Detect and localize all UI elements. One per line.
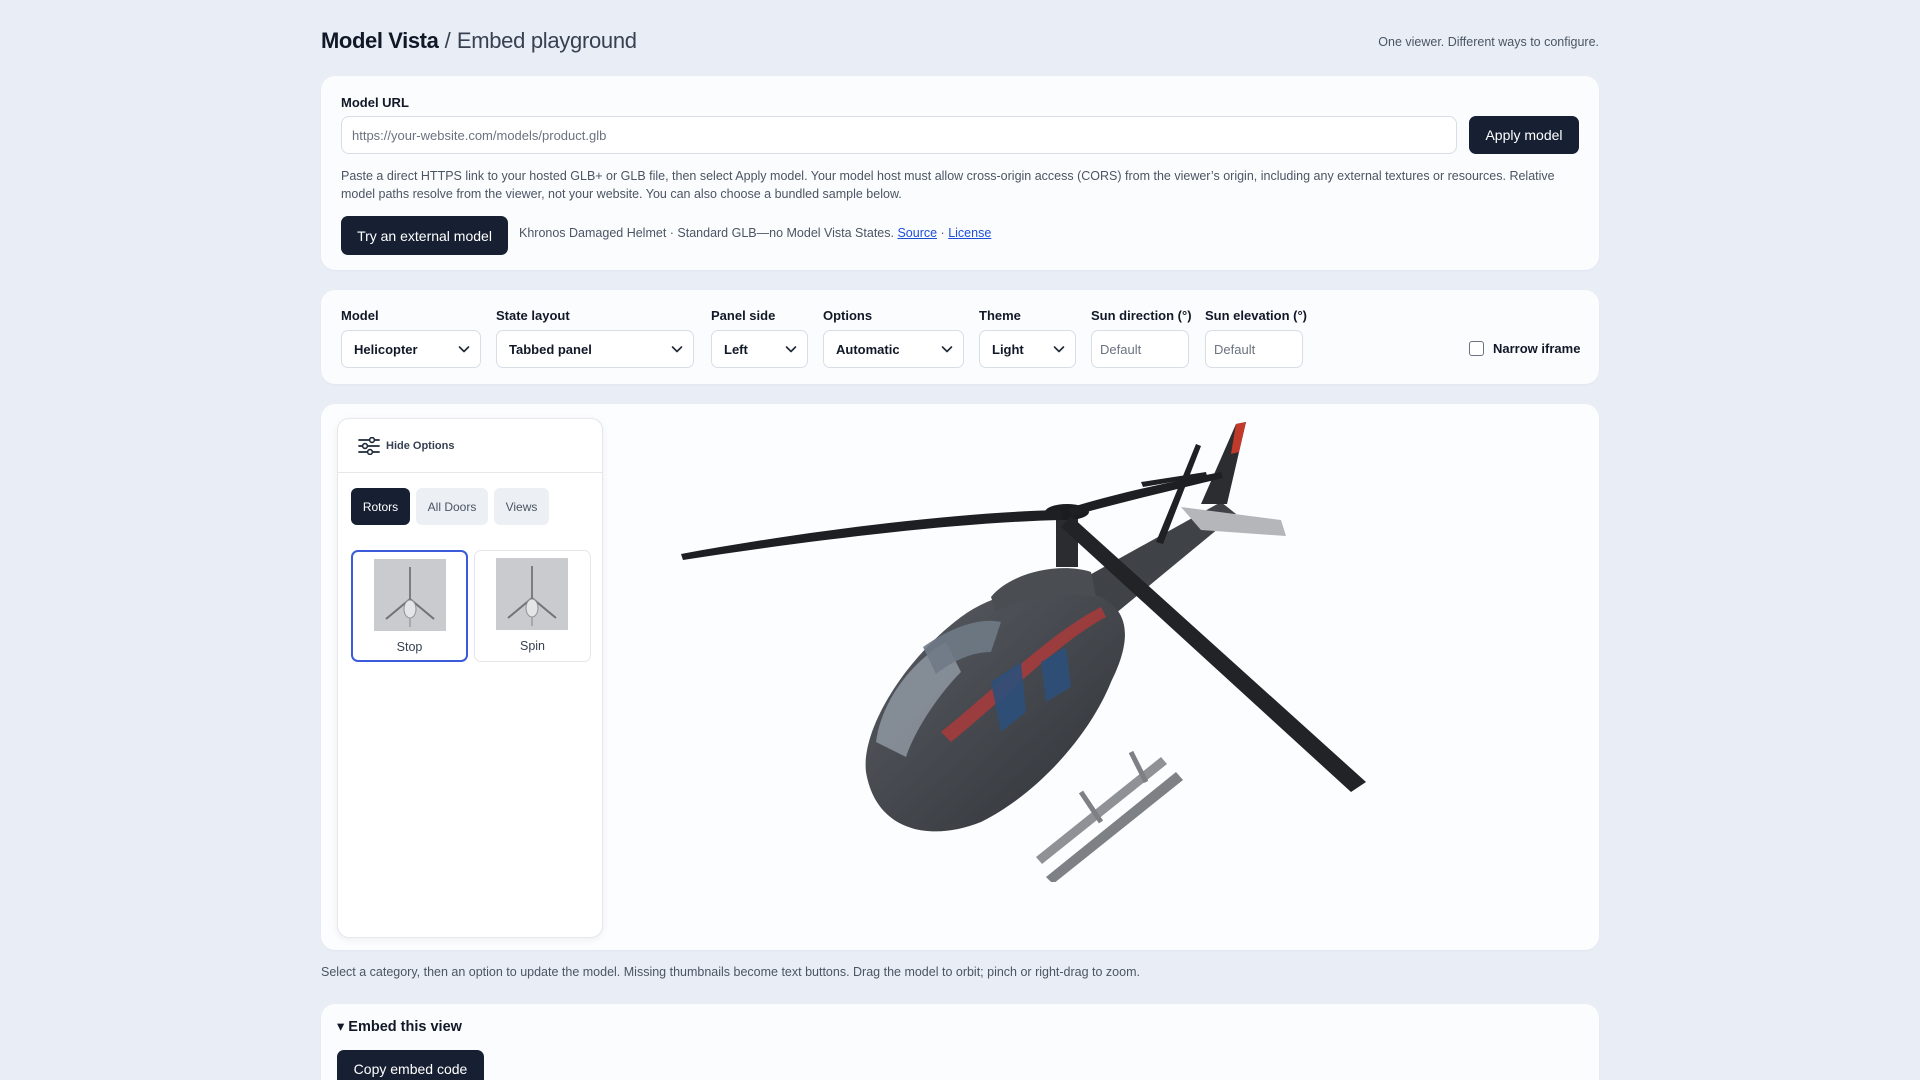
state-layout-label: State layout [496,308,570,323]
theme-select[interactable]: Light [979,330,1076,368]
link-separator: · [940,226,945,240]
chevron-down-icon [941,346,953,353]
title-separator: / [444,28,451,53]
theme-value: Light [992,341,1024,357]
options-select[interactable]: Automatic [823,330,964,368]
theme-label: Theme [979,308,1021,323]
tagline: One viewer. Different ways to configure. [1378,35,1599,49]
options-panel-header: Hide Options [338,419,602,473]
brand-name: Model Vista [321,28,439,53]
model-select-value: Helicopter [354,341,418,357]
license-link[interactable]: License [948,226,991,240]
state-layout-value: Tabbed panel [509,341,592,357]
state-option-spin[interactable]: Spin [474,550,591,662]
model-select-label: Model [341,308,379,323]
embed-card: ▾ Embed this view Copy embed code [321,1004,1599,1080]
tab-views[interactable]: Views [494,488,549,525]
model-url-help-text: Paste a direct HTTPS link to your hosted… [341,169,1555,201]
model-url-label: Model URL [341,95,409,110]
panel-side-select[interactable]: Left [711,330,808,368]
tab-all-doors[interactable]: All Doors [416,488,488,525]
stop-thumbnail [374,559,446,631]
spin-label: Spin [519,639,546,653]
options-panel: Hide Options Rotors All Doors Views Stop… [337,418,603,938]
model-url-input[interactable] [341,116,1457,154]
try-external-model-button[interactable]: Try an external model [341,216,508,255]
sun-direction-label: Sun direction (°) [1091,308,1192,323]
apply-model-button[interactable]: Apply model [1469,116,1579,154]
hide-options-label: Hide Options [386,440,455,452]
page-title: Model Vista / Embed playground [321,26,637,56]
helicopter-model[interactable] [661,412,1561,882]
sun-elevation-input[interactable]: Default [1205,330,1303,368]
chevron-down-icon [671,346,683,353]
model-url-card: Model URL Apply model Paste a direct HTT… [321,76,1599,270]
state-category-tabs: Rotors All Doors Views [351,488,549,525]
page-header: Model Vista / Embed playground One viewe… [321,26,1599,62]
chevron-down-icon [785,346,797,353]
chevron-down-icon [458,346,470,353]
state-option-stop[interactable]: Stop [351,550,468,662]
embed-section-toggle[interactable]: ▾ Embed this view [337,1019,462,1035]
sun-direction-input[interactable]: Default [1091,330,1189,368]
spin-thumbnail [496,558,568,630]
state-options: Stop Spin [351,550,591,662]
sun-elevation-placeholder: Default [1214,341,1256,357]
external-model-note: Khronos Damaged Helmet · Standard GLB—no… [519,226,991,240]
configuration-card: Model Helicopter State layout Tabbed pan… [321,290,1599,384]
model-select[interactable]: Helicopter [341,330,481,368]
panel-side-label: Panel side [711,308,776,323]
viewer-caption: Select a category, then an option to upd… [321,965,1140,979]
sun-elevation-label: Sun elevation (°) [1205,308,1307,323]
options-label: Options [823,308,873,323]
options-value: Automatic [836,341,900,357]
panel-side-value: Left [724,341,748,357]
copy-embed-code-button[interactable]: Copy embed code [337,1050,484,1080]
sun-direction-placeholder: Default [1100,341,1142,357]
state-layout-select[interactable]: Tabbed panel [496,330,694,368]
model-viewer[interactable]: Hide Options Rotors All Doors Views Stop… [321,404,1599,950]
tab-rotors[interactable]: Rotors [351,488,410,525]
narrow-iframe-checkbox[interactable] [1469,341,1484,356]
external-model-description: Khronos Damaged Helmet · Standard GLB—no… [519,226,894,240]
stop-label: Stop [396,640,423,654]
narrow-iframe-label[interactable]: Narrow iframe [1493,341,1580,356]
sliders-icon [358,437,380,455]
page-subtitle: Embed playground [456,28,637,53]
source-link[interactable]: Source [897,226,937,240]
hide-options-button[interactable]: Hide Options [358,437,454,455]
chevron-down-icon [1053,346,1065,353]
